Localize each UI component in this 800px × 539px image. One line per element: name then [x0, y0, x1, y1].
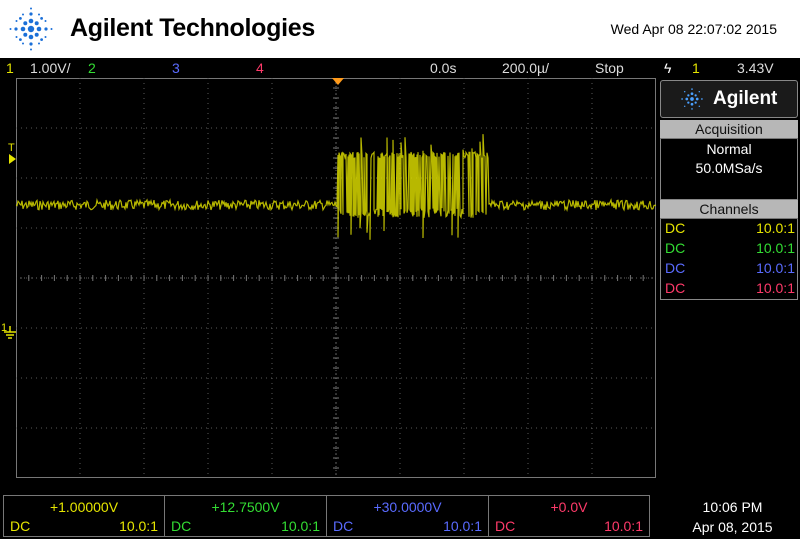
- channel-probe: 10.0:1: [756, 220, 795, 236]
- channel-probe: 10.0:1: [756, 280, 795, 296]
- acquisition-header[interactable]: Acquisition: [660, 120, 798, 139]
- agilent-spark-small-icon: [681, 88, 703, 110]
- channel-coupling: DC: [665, 260, 686, 276]
- channel-offset: +12.7500V: [211, 499, 280, 515]
- agilent-spark-icon: [9, 7, 53, 51]
- ground-icon: [4, 326, 16, 339]
- side-channel-row[interactable]: DC 10.0:1: [665, 240, 795, 258]
- channel-probe: 10.0:1: [756, 240, 795, 256]
- waveform-graticule: [15, 77, 657, 479]
- channel-coupling: DC: [495, 518, 516, 534]
- ch3-info-box[interactable]: +30.0000V DC 10.0:1: [326, 495, 489, 537]
- status-bar: 1 1.00V/ 2 3 4 0.0s 200.0µ/ Stop ϟ 1 3.4…: [0, 58, 800, 78]
- run-state[interactable]: Stop: [595, 60, 624, 76]
- trigger-position-marker[interactable]: [332, 78, 344, 86]
- channel-coupling: DC: [171, 518, 192, 534]
- side-channel-row[interactable]: DC 10.0:1: [665, 280, 795, 298]
- channels-panel: DC 10.0:1 DC 10.0:1 DC 10.0:1 DC 10.0:1: [660, 219, 798, 300]
- channel-probe: 10.0:1: [756, 260, 795, 276]
- channel-probe: 10.0:1: [119, 518, 158, 534]
- channel-coupling: DC: [665, 280, 686, 296]
- clock-date: Apr 08, 2015: [692, 519, 773, 535]
- brand-name: Agilent Technologies: [70, 14, 315, 42]
- channel-probe: 10.0:1: [604, 518, 643, 534]
- clock-time: 10:06 PM: [702, 499, 763, 515]
- channel-offset: +0.0V: [550, 499, 588, 515]
- trigger-source[interactable]: 1: [692, 60, 700, 76]
- ch2-info-box[interactable]: +12.7500V DC 10.0:1: [164, 495, 327, 537]
- agilent-logo-text: Agilent: [713, 88, 778, 109]
- ch1-number[interactable]: 1: [6, 60, 14, 76]
- bottom-bar: +1.00000V DC 10.0:1 +12.7500V DC 10.0:1 …: [0, 488, 800, 539]
- time-scale[interactable]: 200.0µ/: [502, 60, 549, 76]
- channel-coupling: DC: [665, 240, 686, 256]
- side-channel-row[interactable]: DC 10.0:1: [665, 220, 795, 238]
- sample-rate: 50.0MSa/s: [695, 160, 763, 176]
- channel-offset: +1.00000V: [49, 499, 119, 515]
- clock: 10:06 PM Apr 08, 2015: [665, 497, 800, 537]
- trigger-level[interactable]: 3.43V: [737, 60, 774, 76]
- trigger-level-arrow-icon: [9, 154, 16, 164]
- ch1-scale[interactable]: 1.00V/: [30, 60, 70, 76]
- ch2-number[interactable]: 2: [88, 60, 96, 76]
- ch1-info-box[interactable]: +1.00000V DC 10.0:1: [3, 495, 165, 537]
- channel-coupling: DC: [333, 518, 354, 534]
- header-datetime: Wed Apr 08 22:07:02 2015: [610, 21, 777, 37]
- header: Agilent Technologies Wed Apr 08 22:07:02…: [0, 0, 800, 58]
- channel-coupling: DC: [10, 518, 31, 534]
- side-channel-row[interactable]: DC 10.0:1: [665, 260, 795, 278]
- channel-coupling: DC: [665, 220, 686, 236]
- agilent-logo-box: Agilent: [660, 80, 798, 118]
- trigger-edge-icon[interactable]: ϟ: [664, 60, 671, 76]
- trigger-level-marker[interactable]: T: [8, 142, 15, 154]
- channel-probe: 10.0:1: [281, 518, 320, 534]
- acquisition-mode: Normal: [706, 141, 752, 157]
- channels-header[interactable]: Channels: [660, 200, 798, 219]
- time-offset[interactable]: 0.0s: [430, 60, 456, 76]
- ch4-info-box[interactable]: +0.0V DC 10.0:1: [488, 495, 650, 537]
- ch4-number[interactable]: 4: [256, 60, 264, 76]
- waveform-display[interactable]: [15, 77, 657, 479]
- acquisition-panel: Normal 50.0MSa/s: [660, 139, 798, 200]
- channel-offset: +30.0000V: [373, 499, 442, 515]
- ch3-number[interactable]: 3: [172, 60, 180, 76]
- channel-probe: 10.0:1: [443, 518, 482, 534]
